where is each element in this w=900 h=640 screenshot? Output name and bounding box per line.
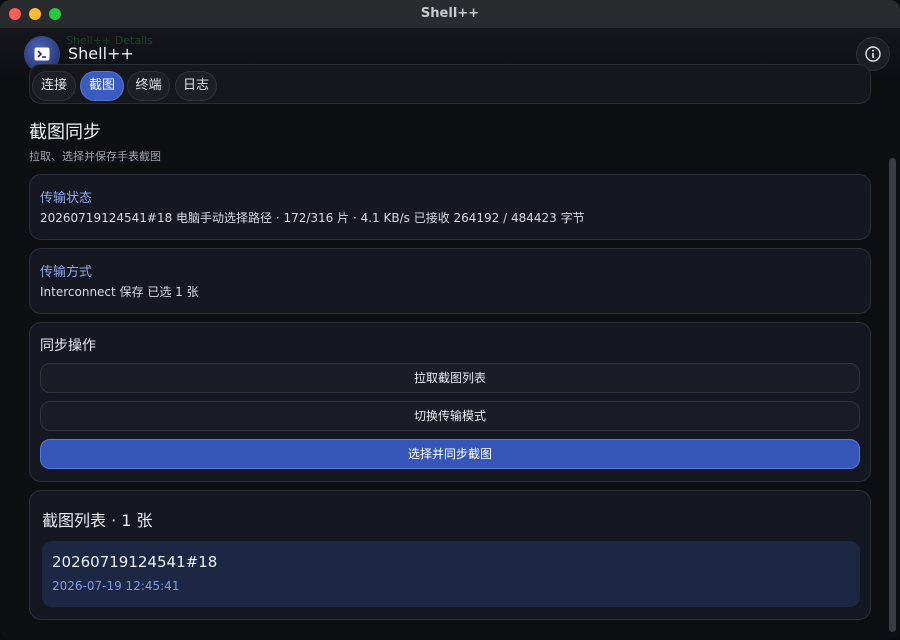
transfer-status-value: 20260719124541#18 电脑手动选择路径 · 172/316 片 ·… <box>40 211 585 225</box>
switch-transfer-mode-button[interactable]: 切换传输模式 <box>40 401 860 431</box>
sync-actions-title: 同步操作 <box>40 338 96 354</box>
transfer-mode-label: 传输方式 <box>40 265 93 280</box>
fetch-screenshot-list-button[interactable]: 拉取截图列表 <box>40 363 860 393</box>
select-and-sync-button[interactable]: 选择并同步截图 <box>40 439 860 469</box>
tab-terminal[interactable]: 终端 <box>127 71 170 101</box>
page-subtitle: 拉取、选择并保存手表截图 <box>29 150 161 163</box>
page-title: 截图同步 <box>29 122 101 143</box>
screenshot-list-title: 截图列表 · 1 张 <box>42 511 153 530</box>
main-content: Shell++ Details Shell++ 连接 截图 终端 日志 截图同步… <box>0 28 900 640</box>
tab-connect[interactable]: 连接 <box>32 71 76 101</box>
tab-log[interactable]: 日志 <box>175 71 217 101</box>
list-item[interactable]: 20260719124541#18 2026-07-19 12:45:41 <box>42 541 860 607</box>
sync-actions-card: 同步操作 拉取截图列表 切换传输模式 选择并同步截图 <box>29 322 871 482</box>
info-icon <box>865 46 881 62</box>
transfer-status-card: 传输状态 20260719124541#18 电脑手动选择路径 · 172/31… <box>29 174 871 240</box>
screenshot-time: 2026-07-19 12:45:41 <box>52 579 180 593</box>
tab-screenshot[interactable]: 截图 <box>80 71 124 101</box>
app-window: Shell++ Shell++ Details Shell++ 连接 截图 终端… <box>0 0 900 640</box>
transfer-status-label: 传输状态 <box>40 191 93 206</box>
app-name: Shell++ <box>68 44 134 63</box>
scrollbar[interactable] <box>889 158 896 632</box>
tab-bar: 连接 截图 终端 日志 <box>29 64 871 104</box>
screenshot-name: 20260719124541#18 <box>52 553 218 571</box>
transfer-mode-value: Interconnect 保存 已选 1 张 <box>40 285 199 299</box>
title-bar: Shell++ <box>0 0 900 29</box>
window-title: Shell++ <box>420 6 480 21</box>
transfer-mode-card: 传输方式 Interconnect 保存 已选 1 张 <box>29 248 871 314</box>
screenshot-list-card: 截图列表 · 1 张 20260719124541#18 2026-07-19 … <box>29 490 871 620</box>
